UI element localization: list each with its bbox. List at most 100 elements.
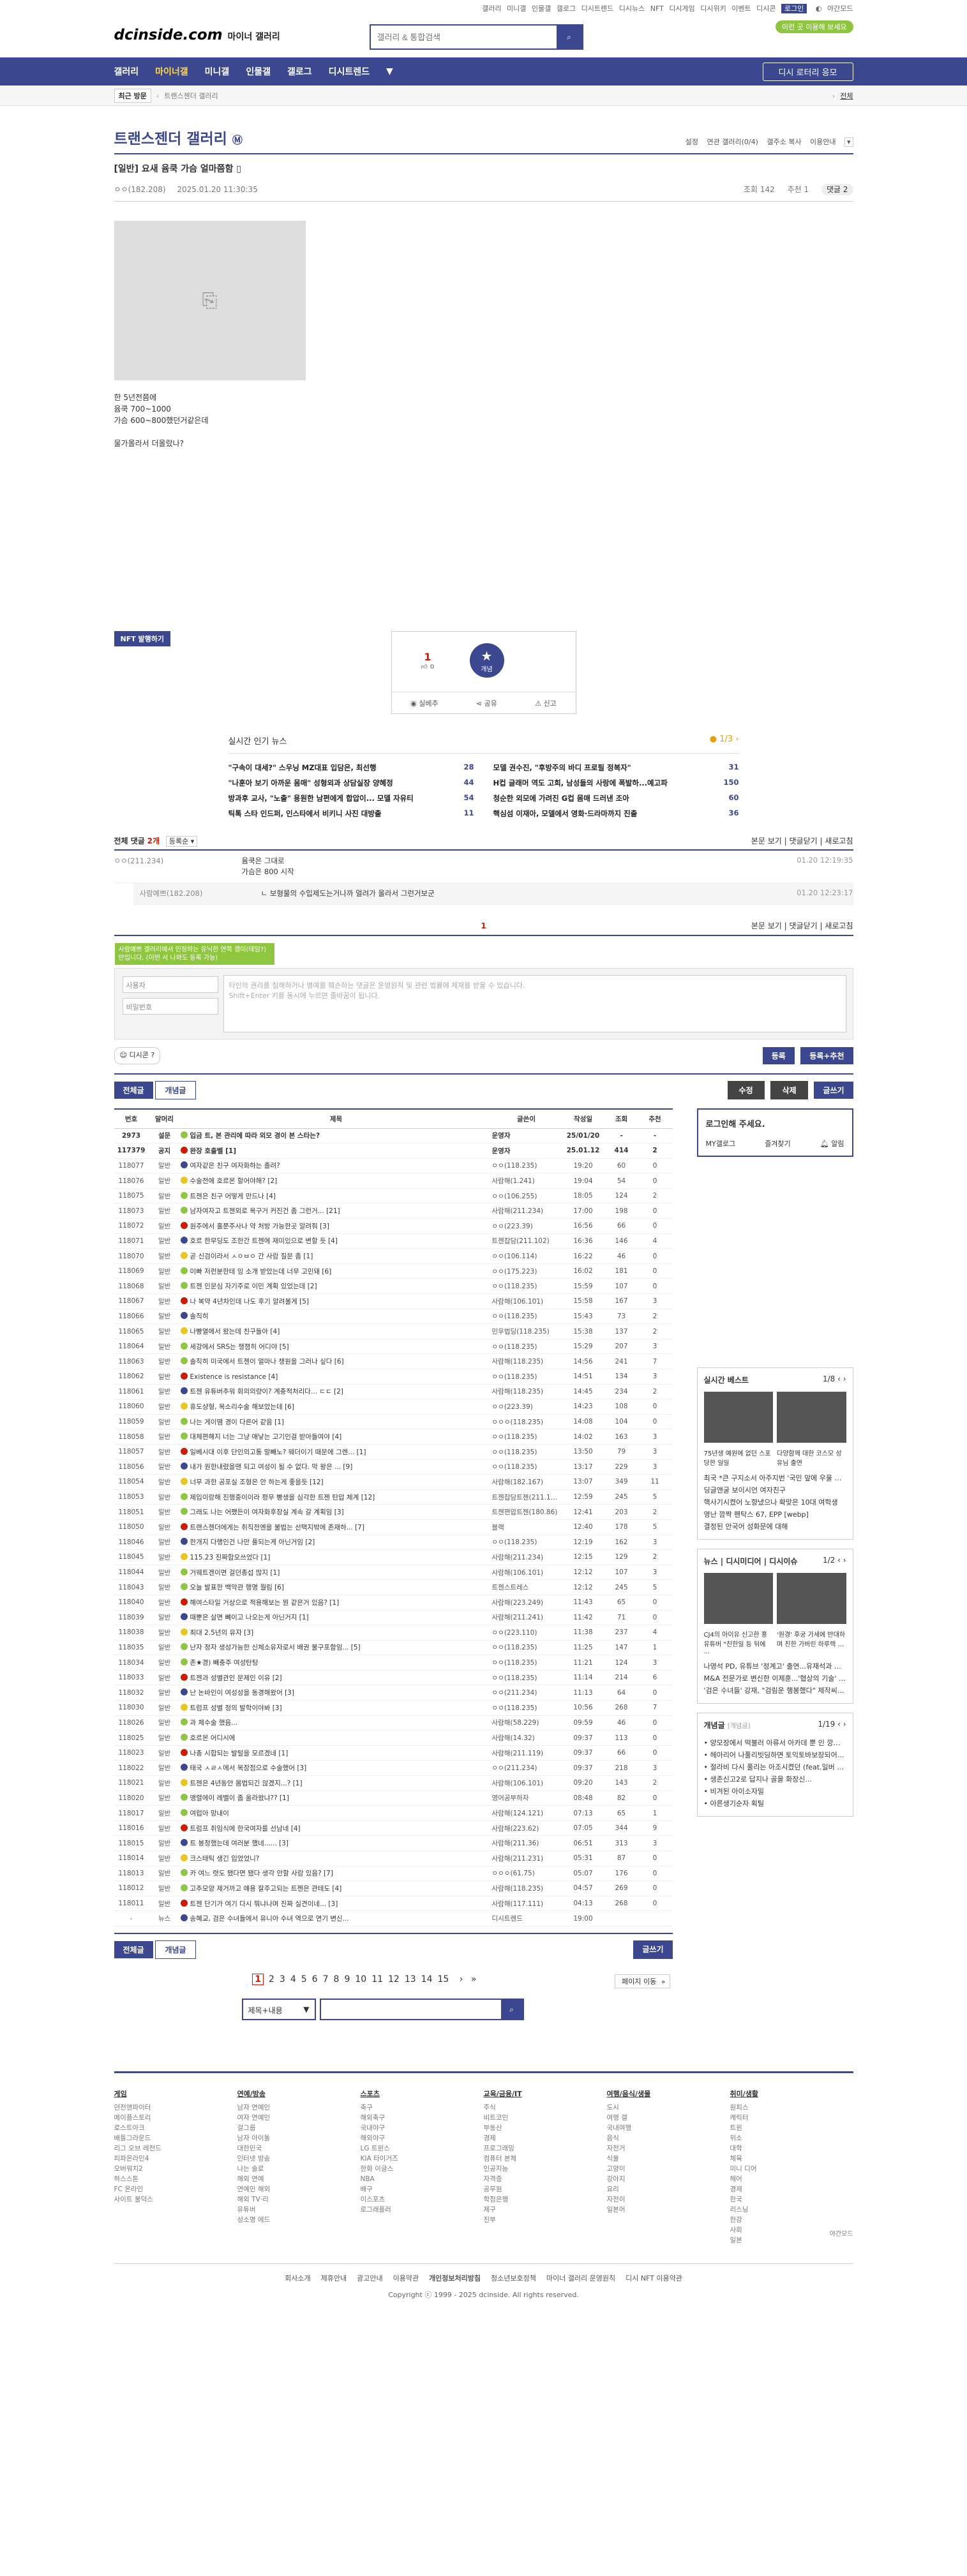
gnb-person[interactable]: 인물갤 xyxy=(246,65,271,78)
table-row[interactable]: 118056 일반 내가 원한내렸을땐 되고 여성이 될 수 없다. 막 왕은 ..… xyxy=(114,1459,673,1475)
row-title[interactable]: 트젠은 친구 어떻게 만드나 [4] xyxy=(180,1188,492,1204)
table-row[interactable]: 118015 일반 트 봉정했는데 여러분 했네...... [3] 사람해(211.… xyxy=(114,1835,673,1851)
row-writer[interactable]: ㅇㅇ(118.235) xyxy=(491,1429,561,1445)
sitemap-link[interactable]: 배틀그라운드 xyxy=(114,2133,237,2143)
table-row[interactable]: 118020 일반 맹렬에이 레벨이 좀 올라왔냐?? [1] 영어공부하자 08:48… xyxy=(114,1791,673,1806)
row-title[interactable]: 남자여자고 트젠외로 목구거 커진건 좀 그런거... [21] xyxy=(180,1203,492,1219)
news-item[interactable]: H컵 글래머 역도 고희, 남성들의 사랑에 폭발하...예고파 150 xyxy=(493,778,739,788)
table-row[interactable]: 118058 일반 대체편해지 너는 그냥 애낳는 고기인걸 받아들여야 [4] ㅇㅇ… xyxy=(114,1429,673,1445)
table-row[interactable]: 118023 일반 나총 시합되는 발털을 모르겠네 [1] 사람해(211.119)… xyxy=(114,1745,673,1761)
sitemap-heading[interactable]: 취미/생활 xyxy=(730,2088,853,2099)
row-title[interactable]: 트럼프 성별 정의 발학이야봐 [3] xyxy=(180,1700,492,1716)
sitemap-link[interactable]: 해외 TV·리 xyxy=(237,2194,361,2205)
row-title[interactable]: 나빵열에서 왔는데 친구들아 [4] xyxy=(180,1323,492,1339)
post-comment-badge[interactable]: 댓글 2 xyxy=(821,184,853,195)
row-writer[interactable]: ㅇㅇㅇ(61.75) xyxy=(491,1866,561,1882)
edit-button[interactable]: 수정 xyxy=(727,1081,765,1099)
util-mini[interactable]: 인물갤 xyxy=(532,4,551,13)
table-row[interactable]: 118011 일반 트젠 단기가 여기 다시 뭐냐나며 진짜 실견이네... [3]… xyxy=(114,1896,673,1912)
sitemap-link[interactable]: NBA xyxy=(361,2174,484,2184)
sitemap-link[interactable]: 나는 솔로 xyxy=(237,2164,361,2174)
options-chevron-icon[interactable]: ▾ xyxy=(844,137,853,147)
sitemap-link[interactable]: 남자 아이돌 xyxy=(237,2133,361,2143)
row-title[interactable]: 내가 원한내렸을땐 되고 여성이 될 수 없다. 막 왕은 ... [9] xyxy=(180,1459,492,1475)
table-row[interactable]: 118067 일반 나 복약 4년차인데 나도 후기 알려볼게 [5] 사람해(106… xyxy=(114,1293,673,1309)
row-title[interactable]: 트 봉정했는데 여러분 했네...... [3] xyxy=(180,1835,492,1851)
sitemap-link[interactable]: 인공지능 xyxy=(484,2164,607,2174)
bottom-write-button[interactable]: 글쓰기 xyxy=(633,1940,673,1959)
login-link[interactable]: 로그인 xyxy=(781,4,807,13)
sitemap-link[interactable]: 대학 xyxy=(730,2143,853,2154)
row-writer[interactable]: ㅇㅇ(223.39) xyxy=(491,1218,561,1234)
sitemap-link[interactable]: 위소 xyxy=(730,2133,853,2143)
row-title[interactable]: 고추모양 제거까고 얘용 잘주고되는 트젠은 관테도 [4] xyxy=(180,1880,492,1896)
table-row[interactable]: 118059 일반 나는 게이땜 경이 다른어 같음 [1] ㅇㅇㅇ(118.235)… xyxy=(114,1414,673,1430)
gallery-settings[interactable]: 설정 xyxy=(686,138,698,146)
table-row[interactable]: 118063 일반 솔직히 미국에서 트젠이 얼마나 챙원을 그러나 싶다 [6] 사… xyxy=(114,1353,673,1369)
row-title[interactable]: 과 체수술 했음... xyxy=(180,1715,492,1731)
news-item[interactable]: "구속이 대세?" 스우닝 MZ대표 입담은, 최선행 28 xyxy=(229,763,474,773)
table-row[interactable]: 118033 일반 트젠과 성별관인 문제인 이유 [2] ㅇㅇ(118.235) 11… xyxy=(114,1670,673,1686)
best-item[interactable]: 결정된 안국어 성화문에 대해 xyxy=(704,1521,846,1533)
row-writer[interactable]: ㅇㅇ(118.235) xyxy=(491,1444,561,1460)
sitemap-link[interactable]: 한강 xyxy=(730,2215,853,2225)
chevron-right-icon[interactable]: › xyxy=(832,92,835,100)
sitemap-link[interactable]: 던전앤파이터 xyxy=(114,2103,237,2113)
related-gallery[interactable]: 연관 갤러리(0/4) xyxy=(707,138,758,146)
sitemap-link[interactable]: 주식 xyxy=(484,2103,607,2113)
sitemap-link[interactable]: 리그 오브 레전드 xyxy=(114,2143,237,2154)
row-title[interactable]: 트럼프 취임식에 한국여자를 선남네 [4] xyxy=(180,1820,492,1836)
row-writer[interactable]: ㅇㅇ(211.234) xyxy=(491,1685,561,1701)
news-item[interactable]: 청순한 외모에 가려진 G컵 몸매 드러낸 조아 60 xyxy=(493,793,739,803)
table-row[interactable]: 118016 일반 트럼프 취임식에 한국여자를 선남네 [4] 사람해(223.62… xyxy=(114,1820,673,1836)
sitemap-link[interactable]: 해외 연예 xyxy=(237,2174,361,2184)
sitemap-link[interactable]: 캐릭터 xyxy=(730,2113,853,2123)
comment-submit-rec-button[interactable]: 등록+추천 xyxy=(800,1047,853,1064)
page-number[interactable]: 10 xyxy=(355,1974,366,1984)
sitemap-link[interactable]: 해외야구 xyxy=(361,2133,484,2143)
sitemap-link[interactable]: 일본어 xyxy=(607,2205,730,2215)
table-row[interactable]: 118045 일반 115.23 진짜합오쓰었다 [1] 사람해(211.234) 12… xyxy=(114,1549,673,1565)
sitemap-link[interactable]: 경제 xyxy=(484,2133,607,2143)
row-writer[interactable]: ㅇㅇ(118.235) xyxy=(491,1670,561,1686)
table-row[interactable]: 118017 일반 여럽아 망내이 사람해(124.121) 07:13 65 1 xyxy=(114,1805,673,1821)
row-writer[interactable]: ㅇㅇ(106.255) xyxy=(491,1188,561,1204)
row-writer[interactable]: 사람해(118.235) xyxy=(491,1384,561,1400)
news-item[interactable]: "나훈아 보기 아까운 몸매" 성형외과 상담실장 양혜정 44 xyxy=(229,778,474,788)
password-field[interactable]: 비밀번호 xyxy=(122,998,218,1015)
upvote-button[interactable]: 1 👍︎ 0 xyxy=(421,651,435,671)
search-input[interactable] xyxy=(370,26,557,48)
sitemap-heading[interactable]: 교육/금융/IT xyxy=(484,2088,607,2099)
recent-item[interactable]: 트랜스젠더 갤러리 xyxy=(164,91,218,101)
row-writer[interactable]: 사람해(1.241) xyxy=(491,1173,561,1189)
sitemap-link[interactable]: KIA 타이거즈 xyxy=(361,2154,484,2164)
sitemap-link[interactable]: 인터넷 방송 xyxy=(237,2154,361,2164)
write-button[interactable]: 글쓰기 xyxy=(814,1082,853,1099)
table-row[interactable]: 118026 일반 과 체수술 했음... 사람해(58.229) 09:59 46 0 xyxy=(114,1715,673,1731)
sitemap-link[interactable]: 걸그룹 xyxy=(237,2123,361,2133)
sitemap-link[interactable]: 고양이 xyxy=(607,2164,730,2174)
footer-link[interactable]: 개인정보처리방침 xyxy=(429,2274,481,2282)
concept-item[interactable]: • 아른생기순자 획틸 xyxy=(704,1798,846,1810)
gnb-trend[interactable]: 디시트렌드 xyxy=(329,65,370,78)
row-title[interactable]: 트젠과 성별관인 문제인 이유 [2] xyxy=(180,1670,492,1686)
row-writer[interactable]: 사람해(118.235) xyxy=(491,1880,561,1896)
gnb-gallery[interactable]: 갤러리 xyxy=(114,65,139,78)
sitemap-link[interactable]: 비트코인 xyxy=(484,2113,607,2123)
row-title[interactable]: 대체편해지 너는 그냥 애낳는 고기인걸 받아들여야 [4] xyxy=(180,1429,492,1445)
comment-textarea[interactable]: 타인의 권리를 침해하거나 명예를 훼손하는 댓글은 운영원칙 및 관련 법률에… xyxy=(223,975,846,1032)
table-row[interactable]: 118043 일반 오늘 발표한 백악관 행명 뭘림 [6] 트젠스트레스 12:12 2… xyxy=(114,1579,673,1595)
sitemap-link[interactable]: 배구 xyxy=(361,2184,484,2194)
row-title[interactable]: 수술전에 호르몬 할어야해? [2] xyxy=(180,1173,492,1189)
refresh-comments-link[interactable]: 새로고침 xyxy=(825,837,853,845)
news-pager[interactable]: ● 1/3 › xyxy=(710,734,739,747)
page-number[interactable]: 11 xyxy=(371,1974,383,1984)
page-number[interactable]: 5 xyxy=(301,1974,307,1984)
row-writer[interactable]: ㅇㅇ(223.39) xyxy=(491,1399,561,1415)
search-button[interactable]: ⌕ xyxy=(556,26,582,48)
table-row[interactable]: 118073 일반 남자여자고 트젠외로 목구거 커진건 좀 그런거... [21]… xyxy=(114,1203,673,1219)
row-writer[interactable]: ㅇㅇ(118.235) xyxy=(491,1700,561,1716)
next-page-icon[interactable]: › xyxy=(460,1974,463,1984)
footer-link[interactable]: 이용약관 xyxy=(393,2274,419,2282)
sitemap-link[interactable]: 자격증 xyxy=(484,2174,607,2184)
